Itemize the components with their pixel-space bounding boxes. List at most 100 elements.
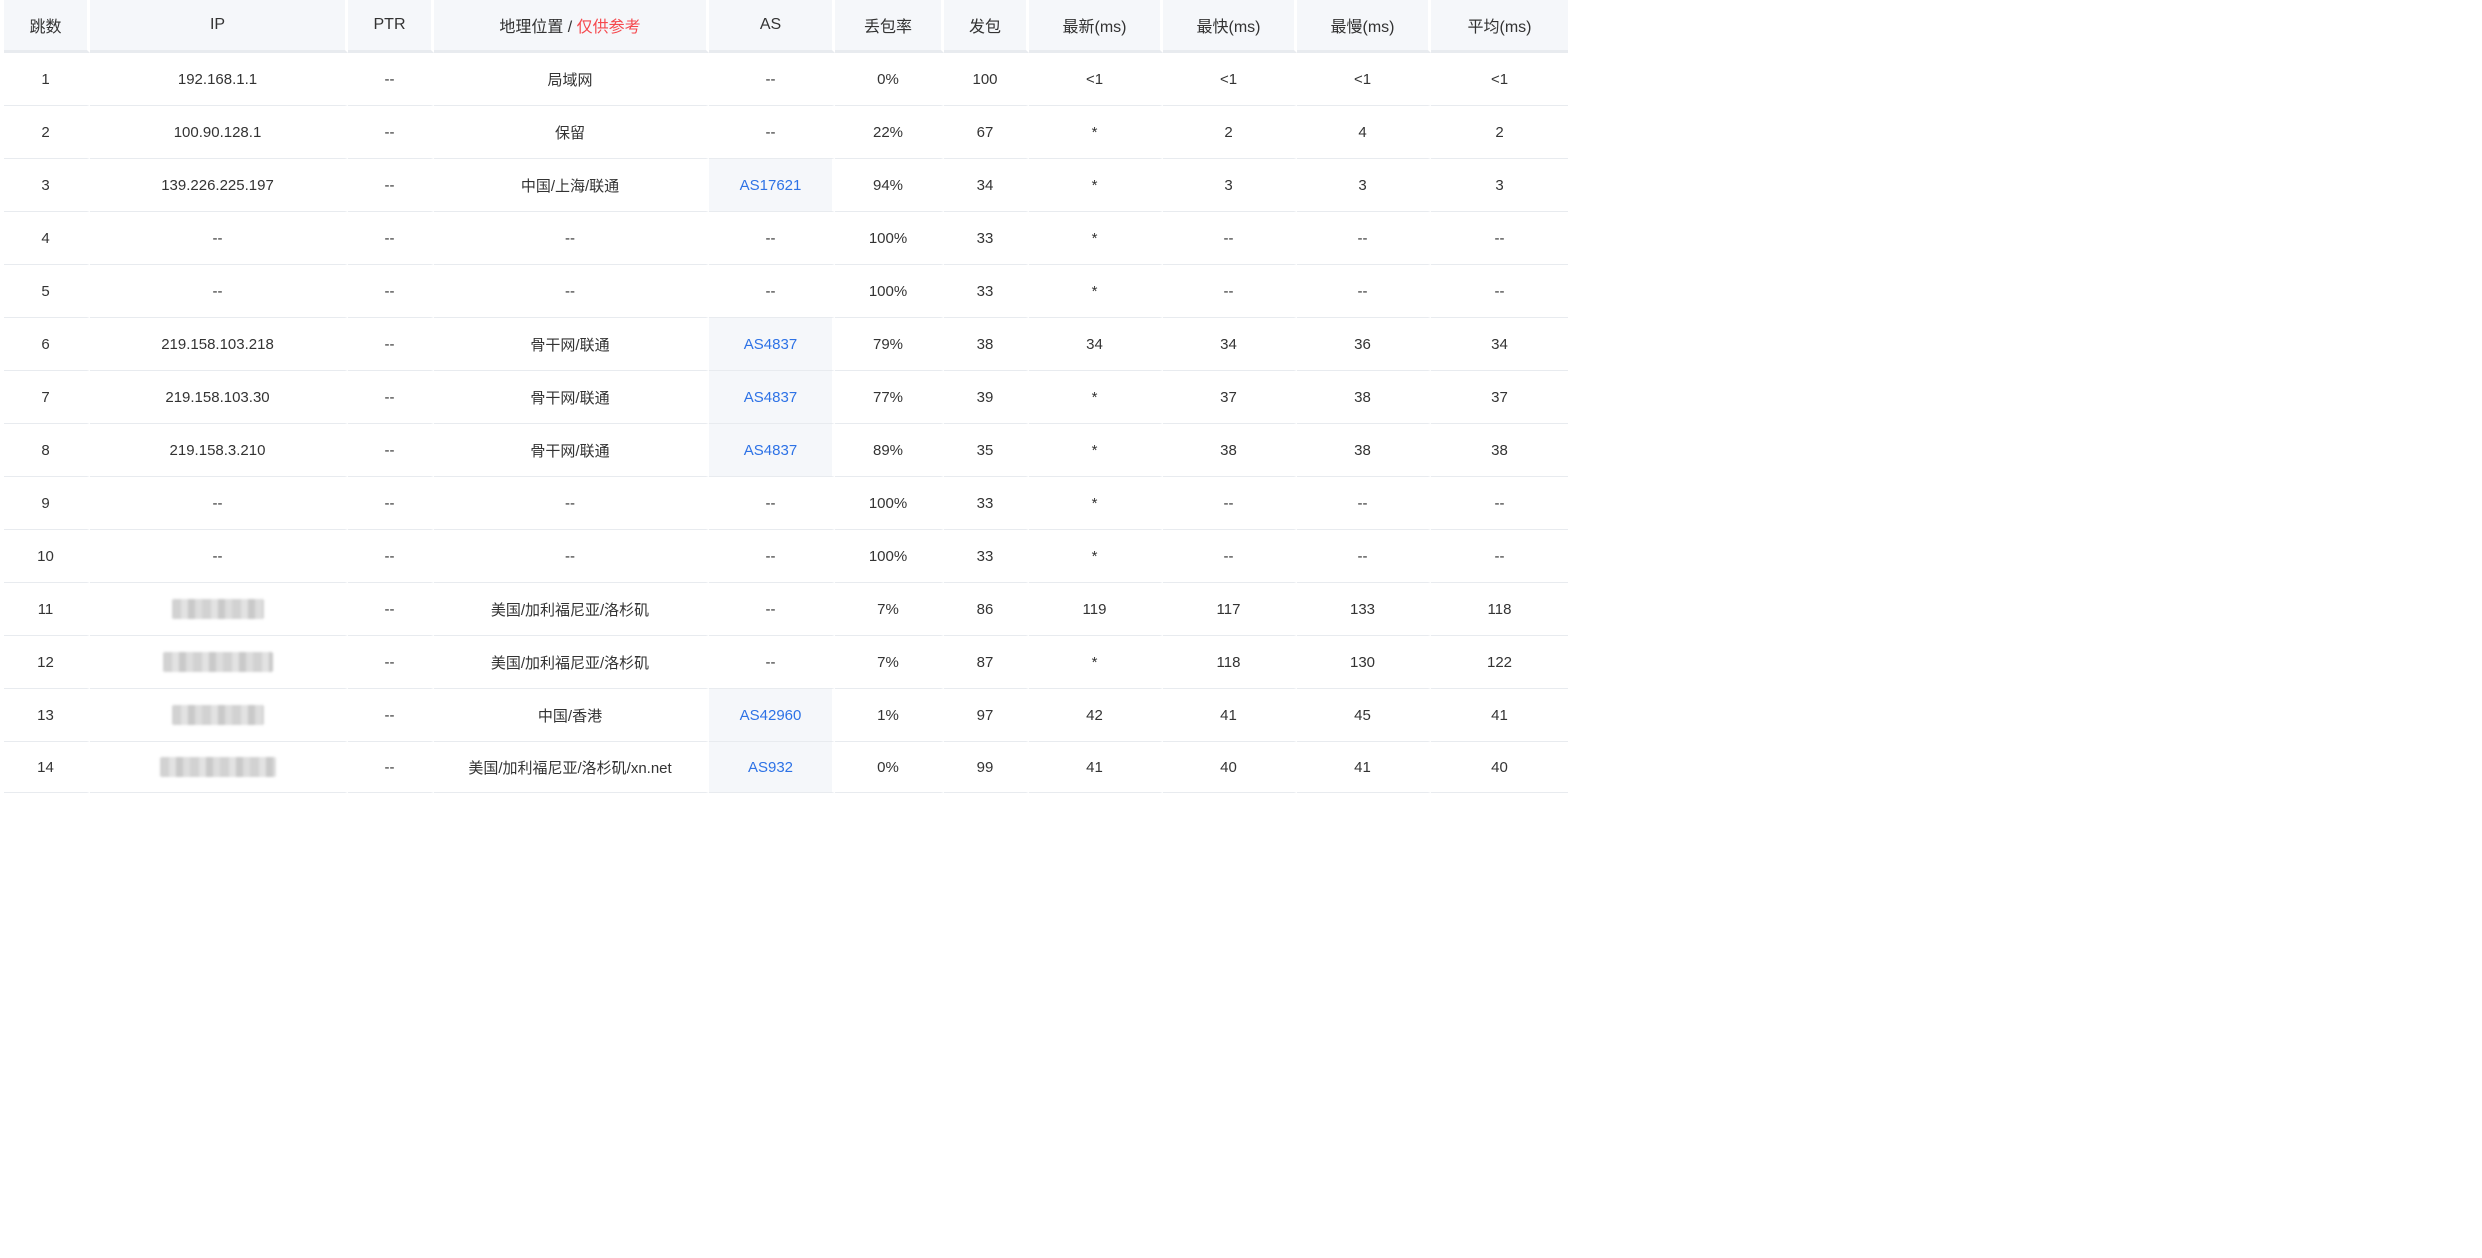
as-cell: -- <box>709 583 835 636</box>
worst-cell: 45 <box>1297 689 1431 742</box>
col-header-sent: 发包 <box>944 0 1029 53</box>
redacted-ip <box>159 757 276 777</box>
hop-cell: 12 <box>4 636 90 689</box>
table-row: 5 -- -- -- -- 100% 33 * -- -- -- <box>4 265 1568 318</box>
table-row: 4 -- -- -- -- 100% 33 * -- -- -- <box>4 212 1568 265</box>
as-cell: AS4837 <box>709 424 835 477</box>
avg-cell: 122 <box>1431 636 1568 689</box>
loss-cell: 0% <box>835 742 944 793</box>
col-header-ptr: PTR <box>348 0 434 53</box>
best-cell: -- <box>1163 212 1297 265</box>
loss-cell: 77% <box>835 371 944 424</box>
table-body: 1 192.168.1.1 -- 局域网 -- 0% 100 <1 <1 <1 <1 2 100.90.… <box>4 53 1568 793</box>
sent-cell: 39 <box>944 371 1029 424</box>
sent-cell: 35 <box>944 424 1029 477</box>
avg-cell: -- <box>1431 530 1568 583</box>
as-cell: -- <box>709 106 835 159</box>
last-cell: 119 <box>1029 583 1163 636</box>
geo-cell: 中国/香港 <box>434 689 709 742</box>
loss-cell: 7% <box>835 583 944 636</box>
redacted-ip <box>162 652 273 672</box>
redacted-ip <box>171 705 264 725</box>
as-link[interactable]: AS42960 <box>740 707 802 724</box>
avg-cell: 3 <box>1431 159 1568 212</box>
last-cell: <1 <box>1029 53 1163 106</box>
best-cell: 41 <box>1163 689 1297 742</box>
ptr-cell: -- <box>348 477 434 530</box>
geo-cell: 骨干网/联通 <box>434 371 709 424</box>
worst-cell: 133 <box>1297 583 1431 636</box>
hop-cell: 14 <box>4 742 90 793</box>
geo-cell: 局域网 <box>434 53 709 106</box>
best-cell: 3 <box>1163 159 1297 212</box>
ip-cell: 219.158.103.218 <box>90 318 348 371</box>
sent-cell: 33 <box>944 212 1029 265</box>
hop-cell: 7 <box>4 371 90 424</box>
table-row: 3 139.226.225.197 -- 中国/上海/联通 AS17621 94% 34 * 3… <box>4 159 1568 212</box>
best-cell: -- <box>1163 477 1297 530</box>
col-header-worst: 最慢(ms) <box>1297 0 1431 53</box>
traceroute-table: 跳数 IP PTR 地理位置 / 仅供参考 AS 丢包率 发包 最新(ms) 最… <box>4 0 1568 793</box>
avg-cell: 118 <box>1431 583 1568 636</box>
table-row: 9 -- -- -- -- 100% 33 * -- -- -- <box>4 477 1568 530</box>
worst-cell: 3 <box>1297 159 1431 212</box>
loss-cell: 79% <box>835 318 944 371</box>
ip-cell <box>90 583 348 636</box>
as-link[interactable]: AS17621 <box>740 177 802 194</box>
avg-cell: -- <box>1431 477 1568 530</box>
ip-cell: 139.226.225.197 <box>90 159 348 212</box>
best-cell: 118 <box>1163 636 1297 689</box>
hop-cell: 8 <box>4 424 90 477</box>
ptr-cell: -- <box>348 583 434 636</box>
table-row: 12 -- 美国/加利福尼亚/洛杉矶 -- 7% 87 * 118 130 122 <box>4 636 1568 689</box>
worst-cell: 38 <box>1297 424 1431 477</box>
geo-header-label: 地理位置 / <box>499 19 577 36</box>
last-cell: * <box>1029 530 1163 583</box>
ip-cell: 219.158.103.30 <box>90 371 348 424</box>
hop-cell: 2 <box>4 106 90 159</box>
ptr-cell: -- <box>348 371 434 424</box>
hop-cell: 3 <box>4 159 90 212</box>
ip-cell: 192.168.1.1 <box>90 53 348 106</box>
avg-cell: -- <box>1431 265 1568 318</box>
hop-cell: 9 <box>4 477 90 530</box>
worst-cell: 38 <box>1297 371 1431 424</box>
loss-cell: 94% <box>835 159 944 212</box>
as-link[interactable]: AS932 <box>748 759 793 776</box>
col-header-ip: IP <box>90 0 348 53</box>
col-header-avg: 平均(ms) <box>1431 0 1568 53</box>
geo-cell: -- <box>434 212 709 265</box>
avg-cell: <1 <box>1431 53 1568 106</box>
hop-cell: 4 <box>4 212 90 265</box>
last-cell: * <box>1029 371 1163 424</box>
sent-cell: 99 <box>944 742 1029 793</box>
hop-cell: 11 <box>4 583 90 636</box>
sent-cell: 33 <box>944 530 1029 583</box>
hop-cell: 1 <box>4 53 90 106</box>
loss-cell: 100% <box>835 530 944 583</box>
ip-cell: 100.90.128.1 <box>90 106 348 159</box>
col-header-geo: 地理位置 / 仅供参考 <box>434 0 709 53</box>
geo-cell: 美国/加利福尼亚/洛杉矶 <box>434 583 709 636</box>
ptr-cell: -- <box>348 689 434 742</box>
avg-cell: -- <box>1431 212 1568 265</box>
table-row: 11 -- 美国/加利福尼亚/洛杉矶 -- 7% 86 119 117 133 118 <box>4 583 1568 636</box>
geo-cell: 骨干网/联通 <box>434 318 709 371</box>
as-link[interactable]: AS4837 <box>744 336 797 353</box>
as-link[interactable]: AS4837 <box>744 389 797 406</box>
last-cell: * <box>1029 106 1163 159</box>
loss-cell: 89% <box>835 424 944 477</box>
hop-cell: 13 <box>4 689 90 742</box>
worst-cell: 36 <box>1297 318 1431 371</box>
sent-cell: 33 <box>944 265 1029 318</box>
loss-cell: 100% <box>835 477 944 530</box>
as-cell: -- <box>709 530 835 583</box>
worst-cell: -- <box>1297 530 1431 583</box>
best-cell: <1 <box>1163 53 1297 106</box>
as-link[interactable]: AS4837 <box>744 442 797 459</box>
table-row: 7 219.158.103.30 -- 骨干网/联通 AS4837 77% 39 * 37 38 3… <box>4 371 1568 424</box>
sent-cell: 87 <box>944 636 1029 689</box>
col-header-loss: 丢包率 <box>835 0 944 53</box>
geo-cell: 美国/加利福尼亚/洛杉矶/xn.net <box>434 742 709 793</box>
sent-cell: 33 <box>944 477 1029 530</box>
